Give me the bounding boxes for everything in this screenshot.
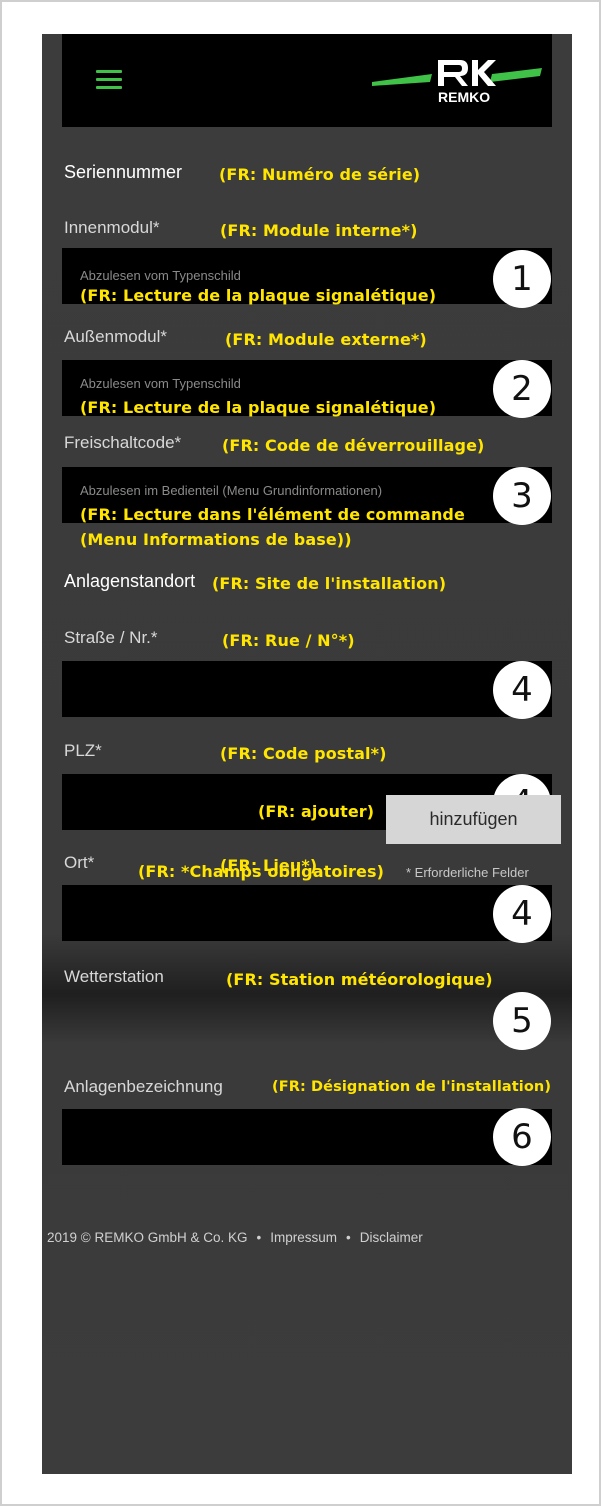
unlock-code-label-fr: (FR: Code de déverrouillage) <box>222 436 485 455</box>
outdoor-label-fr: (FR: Module externe*) <box>225 330 427 349</box>
add-button[interactable]: hinzufügen <box>386 795 561 844</box>
unlock-placeholder-fr-1: (FR: Lecture dans l'élément de commande <box>80 505 465 524</box>
add-button-label-fr: (FR: ajouter) <box>258 802 375 821</box>
designation-input[interactable] <box>62 1109 552 1165</box>
site-title-fr: (FR: Site de l'installation) <box>212 574 447 593</box>
indoor-placeholder-fr: (FR: Lecture de la plaque signalétique) <box>80 286 437 305</box>
outdoor-placeholder: Abzulesen vom Typenschild <box>80 376 241 391</box>
outdoor-label: Außenmodul* <box>64 327 168 346</box>
serial-title-fr: (FR: Numéro de série) <box>219 165 421 184</box>
designation-label-fr: (FR: Désignation de l'installation) <box>272 1079 552 1095</box>
footer: 2019 © REMKO GmbH & Co. KG • Impressum • Dis… <box>47 1230 423 1245</box>
unlock-placeholder-fr-2: (Menu Informations de base)) <box>80 530 352 549</box>
weather-station-label: Wetterstation <box>64 967 164 986</box>
street-input[interactable] <box>62 661 552 717</box>
designation-label: Anlagenbezeichnung <box>64 1077 223 1096</box>
marker-6: 6 <box>493 1108 551 1166</box>
street-label-fr: (FR: Rue / N°*) <box>222 631 355 650</box>
city-label: Ort* <box>64 853 95 872</box>
indoor-label: Innenmodul* <box>64 218 160 237</box>
footer-disclaimer-link[interactable]: Disclaimer <box>360 1230 423 1245</box>
footer-imprint-link[interactable]: Impressum <box>270 1230 337 1245</box>
outdoor-placeholder-fr: (FR: Lecture de la plaque signalétique) <box>80 398 437 417</box>
footer-separator: • <box>256 1230 262 1245</box>
marker-1: 1 <box>493 250 551 308</box>
footer-copyright: 2019 © REMKO GmbH & Co. KG <box>47 1230 248 1245</box>
app-header: REMKO <box>62 34 552 127</box>
site-title: Anlagenstandort <box>64 571 196 591</box>
zip-label-fr: (FR: Code postal*) <box>220 744 387 763</box>
zip-label: PLZ* <box>64 741 102 760</box>
marker-4-city: 4 <box>493 885 551 943</box>
city-input[interactable] <box>62 885 552 941</box>
footer-separator: • <box>346 1230 351 1245</box>
marker-4-street: 4 <box>493 661 551 719</box>
required-note-fr: (FR: *Champs obligatoires) <box>138 862 385 881</box>
page-frame: REMKO Seriennummer (FR: Numéro de série)… <box>0 0 601 1506</box>
marker-5: 5 <box>493 992 551 1050</box>
mobile-screen: REMKO Seriennummer (FR: Numéro de série)… <box>42 34 572 1474</box>
weather-station-label-fr: (FR: Station météorologique) <box>226 970 493 989</box>
remko-logo: REMKO <box>372 60 542 105</box>
svg-text:REMKO: REMKO <box>438 89 490 105</box>
indoor-placeholder: Abzulesen vom Typenschild <box>80 268 241 283</box>
unlock-placeholder: Abzulesen im Bedienteil (Menu Grundinfor… <box>80 483 383 498</box>
unlock-code-label: Freischaltcode* <box>64 433 182 452</box>
marker-2: 2 <box>493 360 551 418</box>
street-label: Straße / Nr.* <box>64 628 158 647</box>
required-note: * Erforderliche Felder <box>406 865 529 880</box>
serial-title: Seriennummer <box>64 162 183 182</box>
hamburger-icon[interactable] <box>96 70 122 90</box>
marker-3: 3 <box>493 467 551 525</box>
indoor-label-fr: (FR: Module interne*) <box>220 221 418 240</box>
